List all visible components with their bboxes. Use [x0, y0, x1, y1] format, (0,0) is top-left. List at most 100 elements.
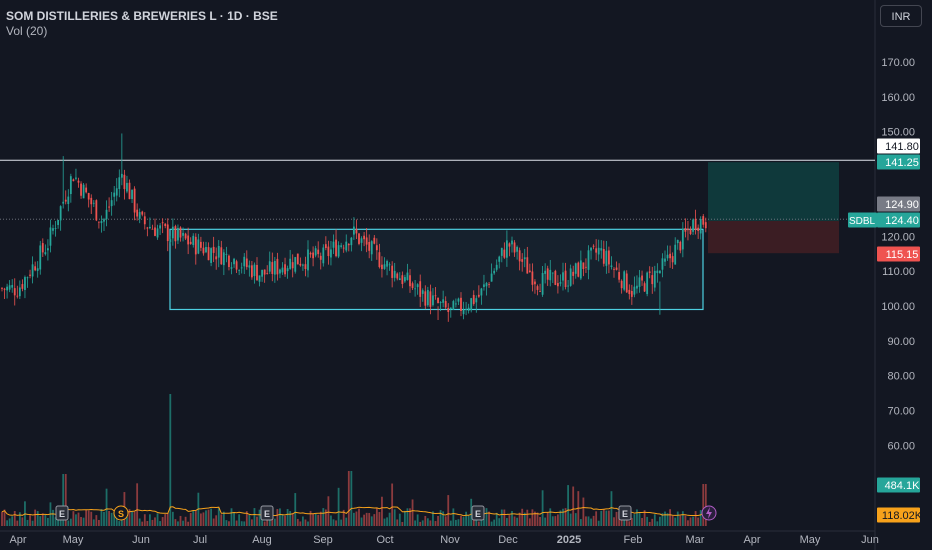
volume-bar: [419, 521, 422, 526]
candle-body: [286, 268, 289, 272]
candle-body: [39, 245, 42, 270]
candle-body: [653, 270, 656, 288]
candle-body: [52, 228, 54, 231]
volume-bar: [498, 518, 501, 526]
volume-bar: [518, 512, 521, 526]
volume-bar: [536, 512, 539, 526]
volume-bar: [85, 509, 88, 526]
volume-bar: [381, 496, 383, 526]
event-marker-s[interactable]: S: [113, 505, 129, 521]
x-tick-label: Jun: [861, 534, 879, 546]
volume-bar: [228, 521, 230, 526]
candle-body: [36, 268, 39, 271]
candle-body: [296, 253, 299, 265]
y-tick-label: 160.00: [881, 92, 915, 104]
volume-bar: [404, 510, 406, 526]
volume-bar: [490, 521, 493, 526]
candle-body: [462, 309, 465, 315]
candle-body: [592, 245, 595, 247]
candle-body: [276, 258, 279, 275]
volume-bar: [358, 508, 360, 526]
volume-bar: [327, 496, 330, 526]
candle-body: [110, 200, 113, 207]
candle-body: [579, 260, 582, 279]
candle-body: [615, 267, 618, 270]
candle-body: [18, 287, 21, 297]
volume-bar: [531, 509, 534, 526]
volume-bar: [651, 518, 654, 526]
range-box: [169, 228, 704, 311]
event-marker-e[interactable]: E: [618, 505, 632, 521]
volume-bar: [648, 521, 651, 526]
volume-bar: [638, 511, 641, 526]
candle-body: [98, 221, 100, 223]
candle-body: [263, 269, 266, 275]
candle-body: [54, 228, 57, 229]
volume-bar: [47, 517, 49, 526]
candle-body: [467, 307, 470, 311]
volume-bar: [414, 520, 416, 526]
volume-bar: [75, 514, 77, 526]
volume-bar: [212, 518, 215, 526]
volume-bar: [684, 515, 687, 526]
volume-bar: [506, 518, 508, 526]
volume-bar: [13, 510, 16, 526]
candle-body: [330, 249, 332, 258]
candle-body: [618, 272, 620, 280]
volume-bar: [138, 518, 141, 526]
candle-body: [192, 235, 195, 246]
candle-body: [485, 282, 488, 287]
volume-indicator-label[interactable]: Vol (20): [6, 24, 47, 38]
y-tick-label: 170.00: [881, 57, 915, 69]
currency-button[interactable]: INR: [880, 5, 922, 27]
volume-bar: [608, 510, 610, 526]
candle-body: [381, 264, 383, 270]
volume-bar: [574, 513, 577, 526]
volume-bar: [355, 511, 358, 526]
volume-bar: [544, 517, 547, 526]
volume-bar: [243, 521, 246, 526]
candle-body: [174, 226, 177, 242]
event-marker-e[interactable]: E: [260, 505, 274, 521]
volume-bar: [340, 519, 343, 526]
candle-body: [29, 274, 31, 276]
candle-body: [340, 245, 343, 247]
volume-bar: [103, 512, 105, 526]
volume-bar: [291, 513, 294, 526]
candle-body: [401, 275, 404, 284]
x-tick-label: Mar: [686, 534, 705, 546]
volume-bar: [110, 512, 113, 526]
event-marker-e[interactable]: E: [471, 505, 485, 521]
volume-bar: [154, 517, 156, 526]
event-marker-label: S: [118, 509, 124, 519]
volume-bar: [421, 520, 424, 526]
volume-bar: [289, 511, 292, 526]
candle-body: [414, 288, 416, 290]
volume-bar: [31, 520, 34, 526]
volume-bar: [687, 520, 689, 526]
volume-bar: [309, 510, 312, 526]
volume-bar: [353, 512, 355, 526]
candle-body: [434, 295, 437, 297]
candle-body: [34, 266, 37, 271]
volume-bar: [200, 513, 202, 526]
volume-bar: [149, 514, 151, 526]
x-tick-label: Sep: [313, 534, 333, 546]
candle-body: [151, 228, 154, 230]
volume-bar: [434, 521, 437, 526]
price-chart[interactable]: E S E E E 170.00 160.00 150.00 120.00 110.00 100.0…: [0, 0, 932, 550]
volume-bar: [406, 508, 409, 526]
volume-bar: [100, 508, 103, 526]
volume-bar: [98, 519, 100, 526]
volume-bar: [136, 483, 139, 526]
candle-body: [156, 228, 159, 238]
volume-bar: [656, 521, 659, 526]
candle-body: [171, 226, 174, 239]
chart-title: SOM DISTILLERIES & BREWERIES L · 1D · BS…: [6, 9, 278, 23]
candle-body: [82, 184, 85, 199]
candle-body: [457, 298, 460, 302]
candle-body: [641, 275, 643, 281]
volume-bar: [467, 515, 470, 526]
event-marker-e[interactable]: E: [55, 505, 69, 521]
candle-body: [396, 273, 399, 279]
